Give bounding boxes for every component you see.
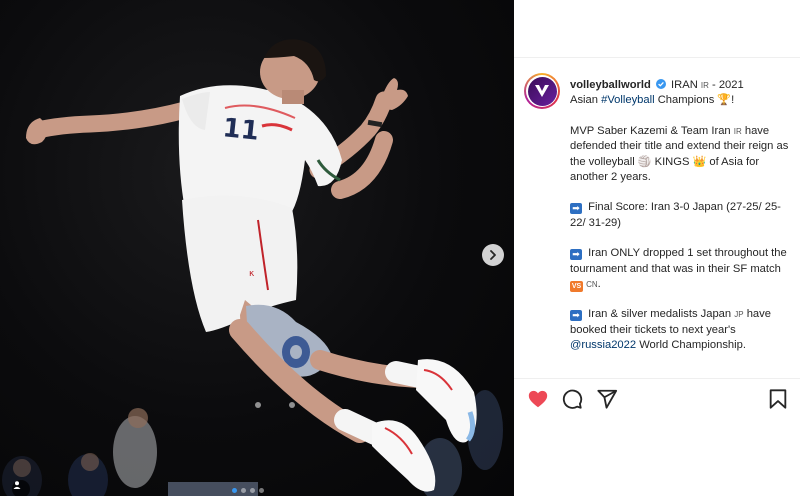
tagged-users-button[interactable] — [12, 480, 30, 496]
mention-link[interactable]: @russia2022 — [570, 339, 636, 351]
caption-text: Asian — [570, 94, 598, 107]
svg-text:11: 11 — [221, 113, 260, 147]
china-flag-icon: CN — [586, 280, 598, 290]
caption-text: Final Score: Iran 3-0 Japan (27-25/ 25-2… — [570, 201, 781, 229]
caption-text: ! — [731, 94, 735, 107]
carousel-dot — [250, 488, 255, 493]
arrow-right-icon: ➡ — [570, 203, 582, 215]
crown-icon: 👑 — [692, 155, 707, 168]
caption-text: Champions — [657, 94, 715, 107]
carousel-indicator — [232, 488, 264, 493]
comment-icon — [562, 389, 583, 409]
caption-section: volleyballworld IRAN IR - 2021 Asian #Vo… — [514, 58, 800, 378]
iran-flag-icon: IR — [733, 126, 742, 136]
like-button[interactable] — [527, 388, 549, 415]
hashtag-link[interactable]: #Volleyball — [601, 94, 655, 106]
volleyball-world-logo-icon — [527, 76, 557, 106]
heart-icon — [528, 390, 548, 408]
post-header — [514, 0, 800, 58]
bookmark-icon — [769, 389, 787, 409]
carousel-dot — [241, 488, 246, 493]
share-button[interactable] — [596, 388, 618, 415]
verified-badge-icon — [655, 79, 666, 89]
chevron-right-icon — [490, 250, 496, 260]
trophy-icon: 🏆 — [717, 94, 732, 107]
user-icon — [13, 481, 21, 489]
next-image-button[interactable] — [482, 244, 504, 266]
caption-text: MVP Saber Kazemi & Team Iran — [570, 124, 731, 137]
caption-paragraph-sets: ➡ Iran ONLY dropped 1 set throughout the… — [570, 246, 794, 293]
carousel-dot — [259, 488, 264, 493]
comment-button[interactable] — [561, 388, 583, 415]
caption-paragraph-worlds: ➡ Iran & silver medalists Japan JP have … — [570, 307, 794, 353]
svg-text:κ: κ — [249, 269, 255, 279]
avatar[interactable] — [524, 73, 560, 109]
carousel-dot — [232, 488, 237, 493]
japan-flag-icon: JP — [734, 310, 744, 320]
arrow-right-icon: ➡ — [570, 310, 582, 322]
action-bar — [514, 378, 800, 496]
caption-text: Iran ONLY dropped 1 set throughout the t… — [570, 247, 787, 275]
caption-text: World Championship. — [639, 339, 746, 352]
volleyball-icon: 🏐 — [637, 155, 652, 168]
caption-text: . — [597, 278, 601, 291]
post-sidebar: volleyballworld IRAN IR - 2021 Asian #Vo… — [514, 0, 800, 496]
iran-flag-icon: IR — [700, 81, 709, 90]
vs-icon: VS — [570, 281, 583, 293]
username-link[interactable]: volleyballworld — [570, 79, 651, 91]
post-caption: volleyballworld IRAN IR - 2021 Asian #Vo… — [570, 78, 794, 354]
share-icon — [597, 389, 618, 409]
save-button[interactable] — [767, 388, 789, 415]
player-photo: 11 κ — [2, 39, 503, 496]
caption-paragraph-score: ➡ Final Score: Iran 3-0 Japan (27-25/ 25… — [570, 200, 794, 231]
caption-text: KINGS — [654, 155, 690, 168]
caption-country: IRAN — [671, 79, 698, 91]
post-media[interactable]: 11 κ — [0, 0, 514, 496]
caption-year: - 2021 — [712, 79, 744, 91]
arrow-right-icon: ➡ — [570, 249, 582, 261]
caption-text: Iran & silver medalists Japan — [588, 308, 732, 321]
caption-header: volleyballworld IRAN IR - 2021 Asian #Vo… — [570, 78, 794, 109]
caption-paragraph-mvp: MVP Saber Kazemi & Team Iran IR have def… — [570, 124, 794, 186]
